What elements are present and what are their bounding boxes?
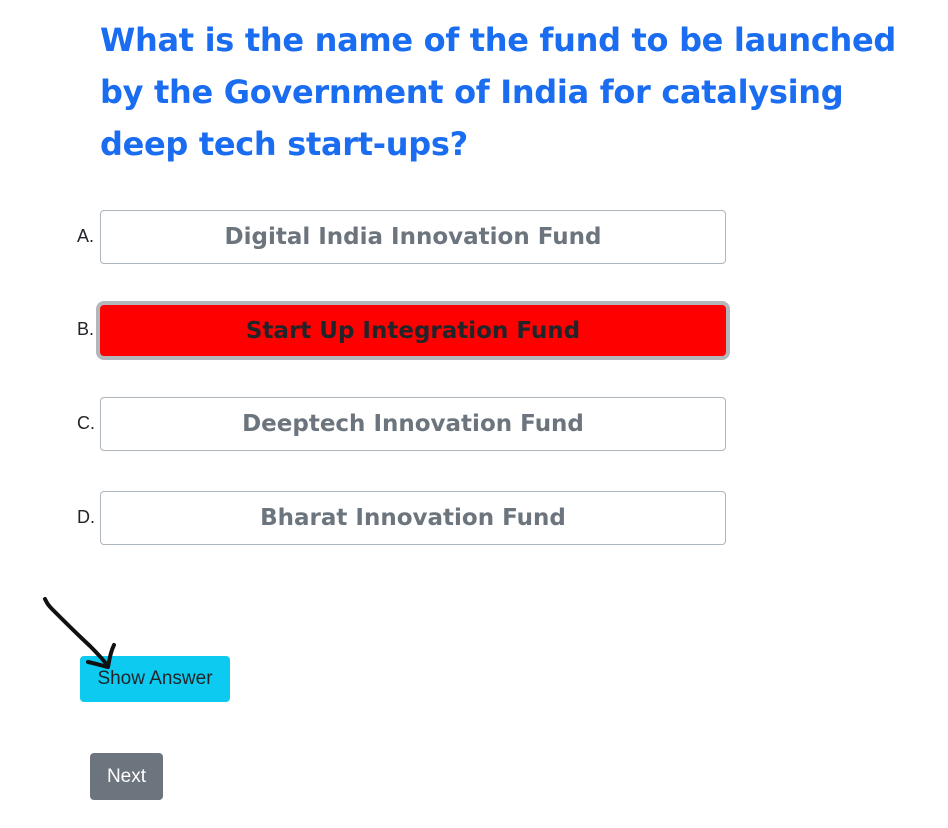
option-c-button[interactable]: Deeptech Innovation Fund xyxy=(100,397,726,451)
option-a-letter: A. xyxy=(77,226,95,246)
option-d-button[interactable]: Bharat Innovation Fund xyxy=(100,491,726,545)
option-a-button[interactable]: Digital India Innovation Fund xyxy=(100,210,726,264)
show-answer-button[interactable]: Show Answer xyxy=(80,656,230,702)
option-c-letter: C. xyxy=(77,413,95,433)
question-title: What is the name of the fund to be launc… xyxy=(100,21,897,163)
option-b-button[interactable]: Start Up Integration Fund xyxy=(100,305,726,356)
option-d-letter: D. xyxy=(77,507,95,527)
option-b-letter: B. xyxy=(77,319,95,339)
next-button[interactable]: Next xyxy=(90,753,163,800)
